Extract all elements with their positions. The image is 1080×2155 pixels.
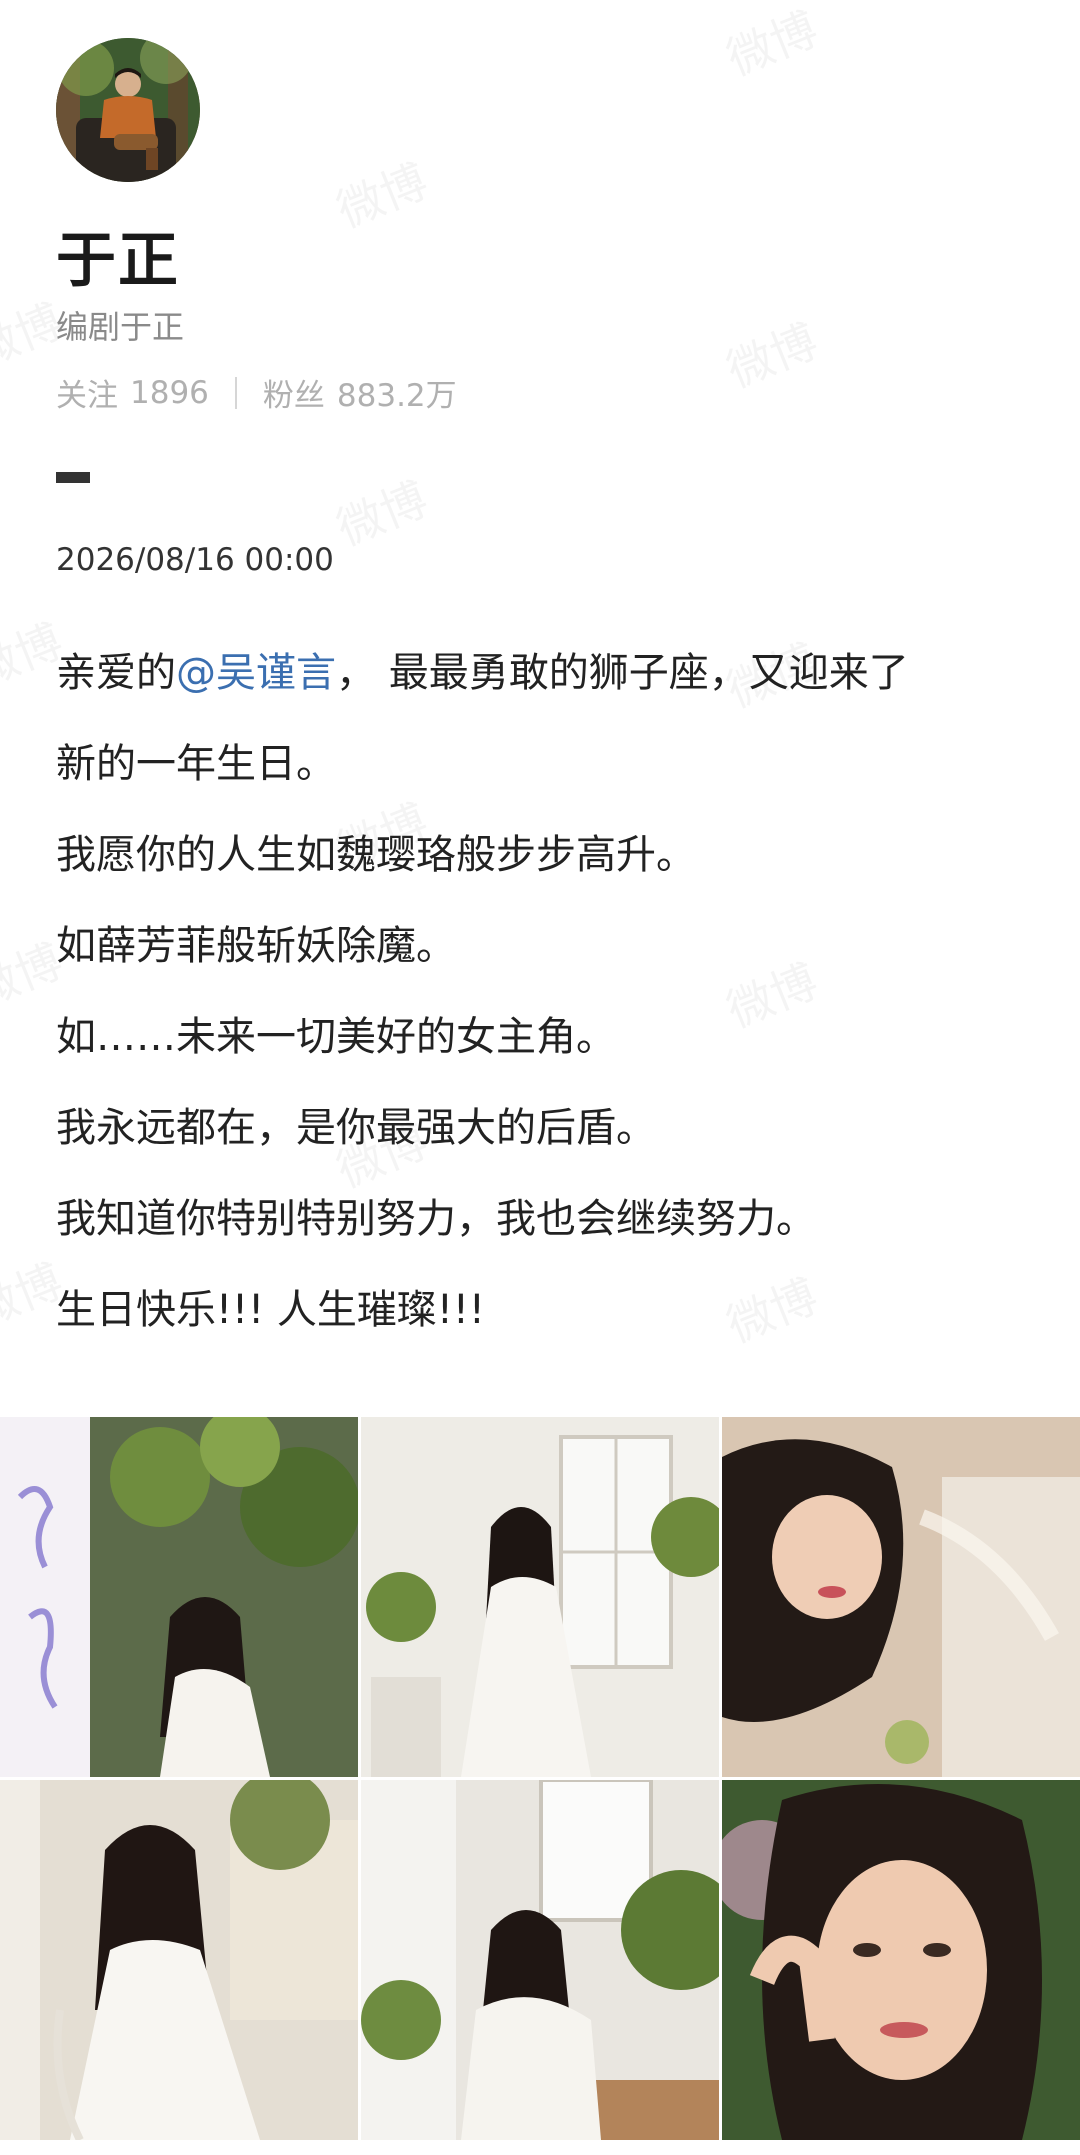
photo-4[interactable] [0,1780,358,2140]
profile-description: 编剧于正 [56,308,185,346]
following-label[interactable]: 关注 [56,370,118,415]
stats-divider [234,376,237,409]
post-line: 生日快乐!!! 人生璀璨!!! [56,1287,485,1333]
post-line: 亲爱的@吴谨言， 最最勇敢的狮子座，又迎来了 [56,628,1036,719]
post-text: 亲爱的 [56,650,176,696]
post-date: 2026/08/16 00:00 [56,542,334,578]
photo-3[interactable] [722,1417,1080,1777]
followers-count[interactable]: 883.2万 [337,370,457,415]
photo-2[interactable] [361,1417,719,1777]
post-line: 我愿你的人生如魏璎珞般步步高升。 [56,832,696,878]
watermark: 微博 [716,305,826,401]
profile-name[interactable]: 于正 [56,212,180,299]
post-line: 我永远都在，是你最强大的后盾。 [56,1105,656,1151]
following-count[interactable]: 1896 [130,375,209,411]
photo-gallery [0,1417,1080,2155]
post-line: 新的一年生日。 [56,741,336,787]
watermark: 微博 [716,0,826,89]
post-line: 我知道你特别特别努力，我也会继续努力。 [56,1196,816,1242]
post-line: 如薛芳菲般斩妖除魔。 [56,923,456,969]
photo-1[interactable] [0,1417,358,1777]
post-line: 如……未来一切美好的女主角。 [56,1014,616,1060]
avatar[interactable] [56,38,200,182]
watermark: 微博 [326,463,436,559]
photo-6[interactable] [722,1780,1080,2140]
photo-5[interactable] [361,1780,719,2140]
followers-label[interactable]: 粉丝 [263,370,325,415]
watermark: 微博 [326,145,436,241]
section-divider [56,472,90,483]
mention-link[interactable]: @吴谨言 [176,650,336,696]
profile-stats: 关注 1896 粉丝 883.2万 [56,370,457,415]
post-text: ， 最最勇敢的狮子座，又迎来了 [336,650,909,696]
post-body: 亲爱的@吴谨言， 最最勇敢的狮子座，又迎来了 新的一年生日。 我愿你的人生如魏璎… [56,628,1036,1356]
avatar-image [56,38,200,182]
